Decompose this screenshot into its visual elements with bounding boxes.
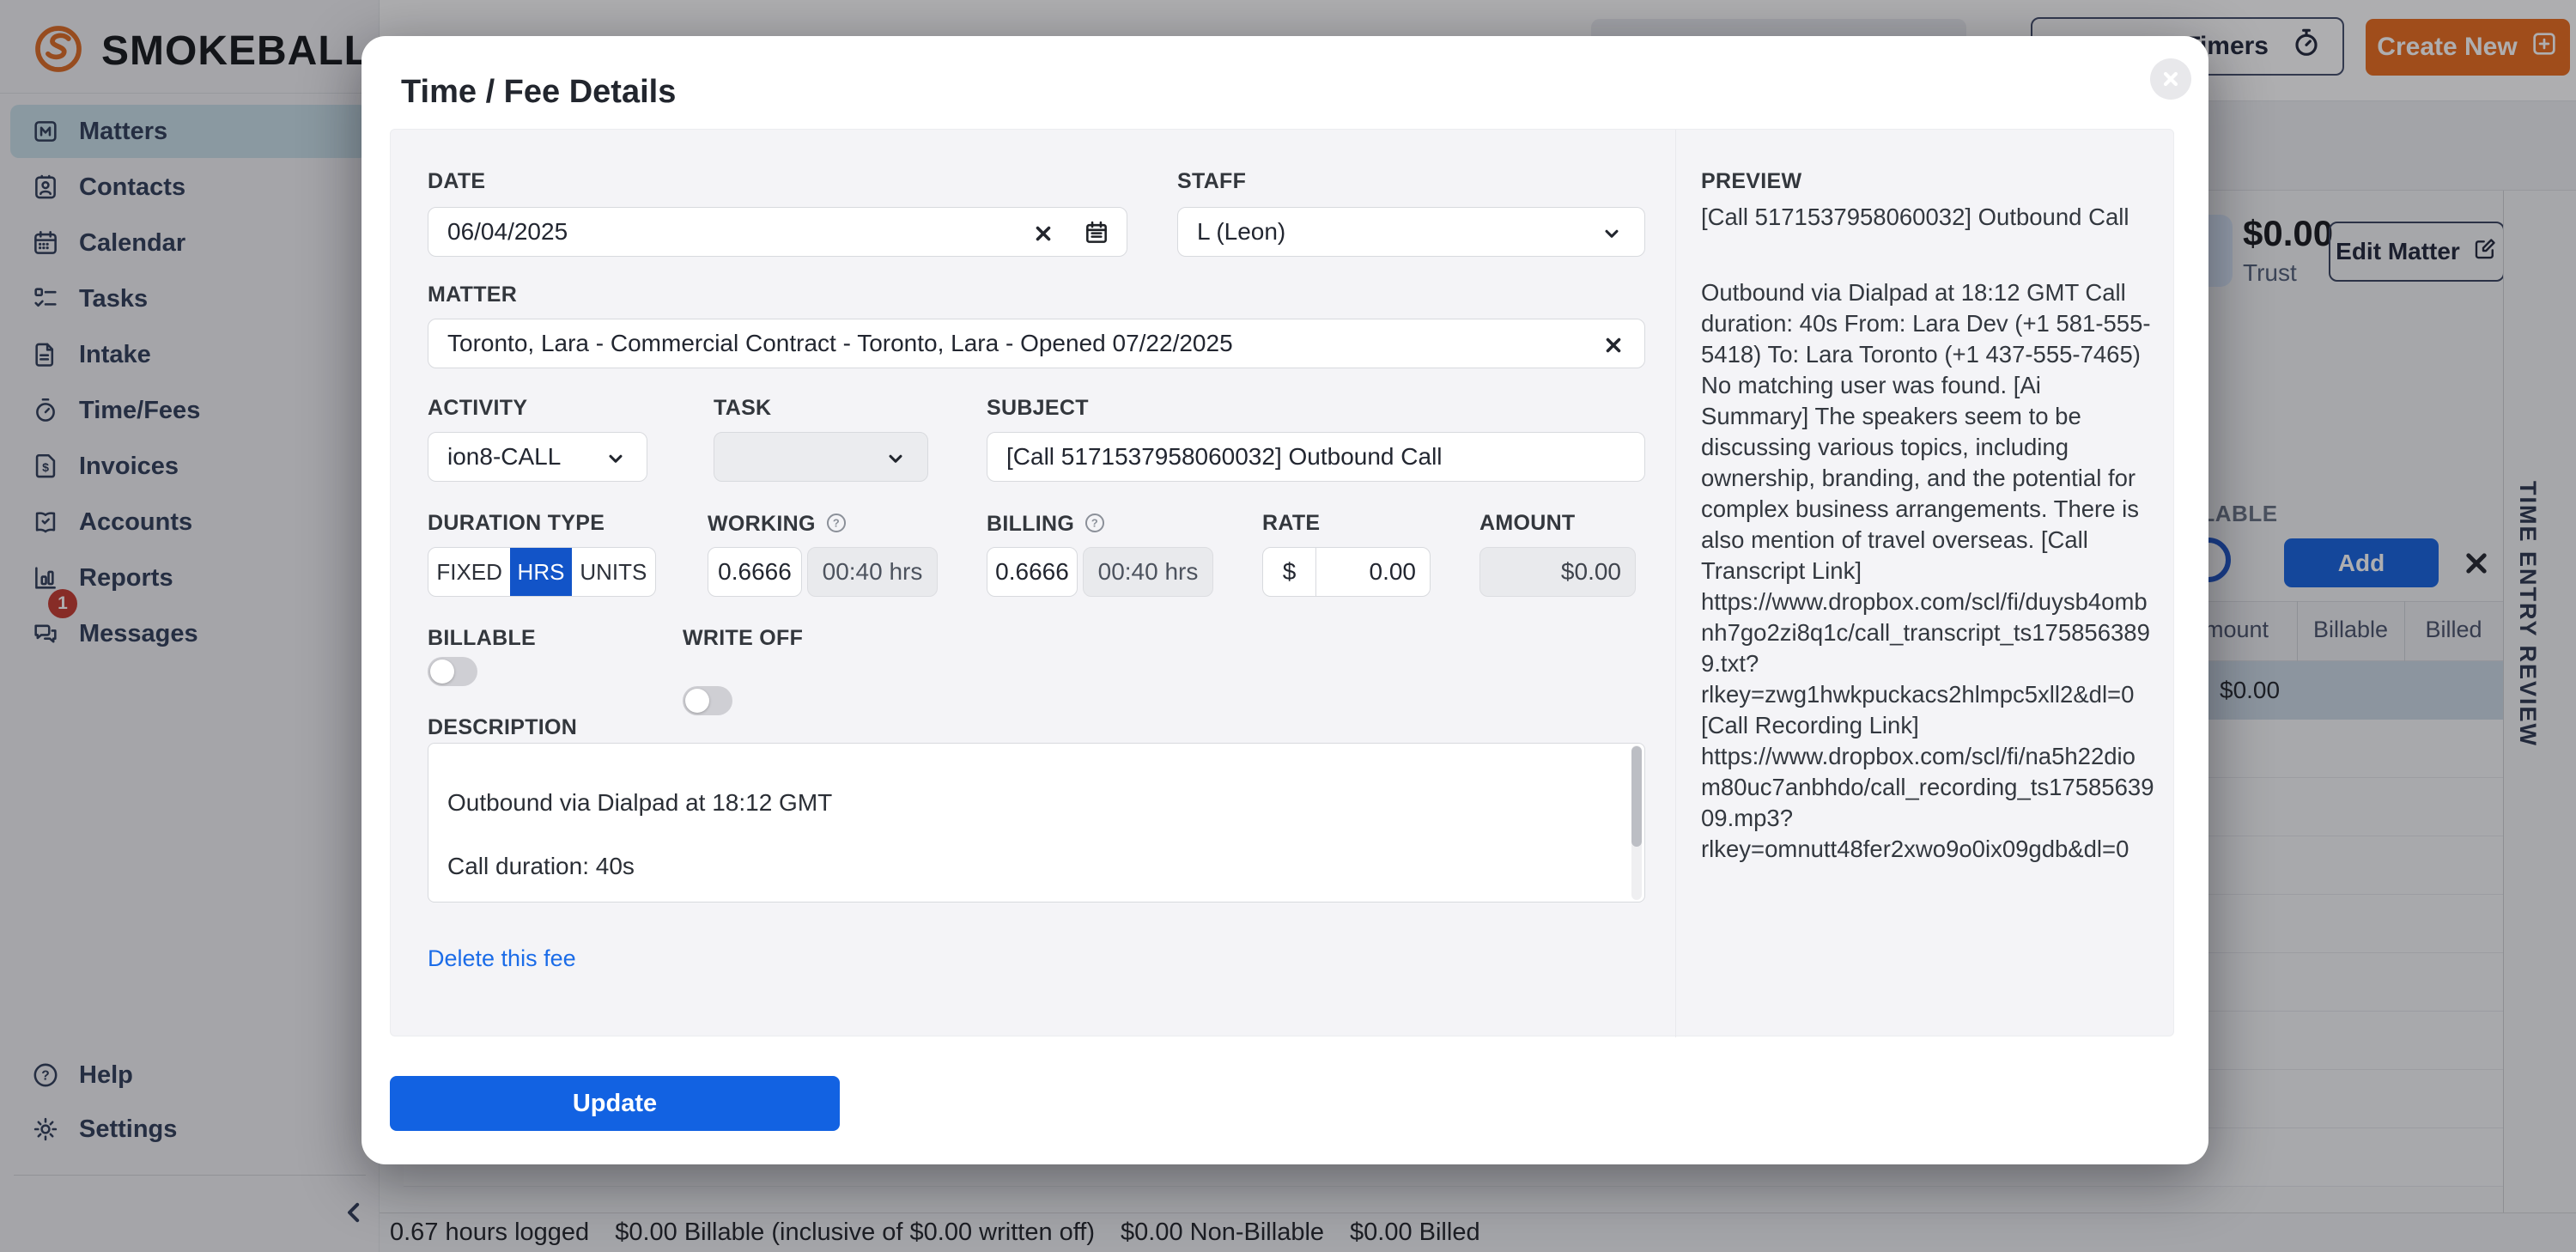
activity-select[interactable]: ion8-CALL [428,432,647,482]
rate-value: 0.00 [1316,558,1430,586]
billing-help-icon[interactable]: ? [1083,511,1107,535]
task-label: TASK [714,396,771,421]
duration-type-label: DURATION TYPE [428,511,605,536]
billable-label: BILLABLE [428,626,536,651]
clear-date-icon[interactable] [1033,222,1054,250]
billing-label: BILLING ? [987,511,1107,537]
time-fee-details-modal: Time / Fee Details DATE 06/04/2025 [361,36,2208,1164]
date-input[interactable]: 06/04/2025 [428,207,1127,257]
duration-option-hrs[interactable]: HRS [510,548,571,596]
billable-toggle[interactable] [428,657,477,686]
task-select[interactable] [714,432,928,482]
working-hours-input[interactable]: 0.6666 [708,547,802,597]
activity-value: ion8-CALL [428,443,574,471]
duration-type-segmented: FIXED HRS UNITS [428,547,656,597]
write-off-label: WRITE OFF [683,626,803,651]
delete-fee-link[interactable]: Delete this fee [428,945,576,972]
rate-currency: $ [1263,548,1316,596]
write-off-toggle[interactable] [683,686,732,715]
description-scrollbar-thumb[interactable] [1631,746,1642,847]
duration-option-fixed[interactable]: FIXED [428,548,510,596]
modal-title: Time / Fee Details [401,74,676,111]
billing-hours-input[interactable]: 0.6666 [987,547,1078,597]
preview-body: Outbound via Dialpad at 18:12 GMT Call d… [1701,277,2154,865]
update-button[interactable]: Update [390,1076,840,1131]
subject-label: SUBJECT [987,396,1089,421]
svg-text:?: ? [1091,517,1098,530]
preview-subject: [Call 5171537958060032] Outbound Call [1701,202,2154,233]
rate-input[interactable]: $ 0.00 [1262,547,1431,597]
matter-label: MATTER [428,283,517,307]
app-screen: Timers Create New SMOKEBALL [0,0,2576,1252]
amount-label: AMOUNT [1479,511,1576,536]
date-label: DATE [428,169,485,194]
rate-label: RATE [1262,511,1320,536]
working-time-display: 00:40 hrs [807,547,938,597]
preview-label: PREVIEW [1701,169,1801,194]
working-help-icon[interactable]: ? [824,511,848,535]
svg-text:?: ? [833,517,840,530]
modal-close-button[interactable] [2150,58,2191,100]
amount-display: $0.00 [1479,547,1636,597]
preview-divider [1675,130,1676,1037]
chevron-down-icon [1601,222,1623,251]
subject-value: [Call 5171537958060032] Outbound Call [987,443,1606,471]
description-textarea[interactable]: Outbound via Dialpad at 18:12 GMT Call d… [428,743,1645,903]
activity-label: ACTIVITY [428,396,527,421]
form-panel: DATE 06/04/2025 STAFF L (Leon) [390,129,2174,1036]
calendar-picker-icon[interactable] [1083,219,1110,252]
working-hours-value: 0.6666 [718,558,792,586]
staff-value: L (Leon) [1178,218,1285,246]
billing-hours-value: 0.6666 [995,558,1069,586]
subject-input[interactable]: [Call 5171537958060032] Outbound Call [987,432,1645,482]
update-label: Update [573,1090,657,1118]
chevron-down-icon [884,447,907,476]
matter-value: Toronto, Lara - Commercial Contract - To… [428,330,1571,357]
staff-label: STAFF [1177,169,1246,194]
staff-select[interactable]: L (Leon) [1177,207,1645,257]
duration-option-units[interactable]: UNITS [572,548,655,596]
clear-matter-icon[interactable] [1603,334,1624,362]
description-value: Outbound via Dialpad at 18:12 GMT Call d… [447,789,832,903]
matter-input[interactable]: Toronto, Lara - Commercial Contract - To… [428,319,1645,368]
working-label: WORKING ? [708,511,848,537]
date-value: 06/04/2025 [428,218,568,246]
chevron-down-icon [605,447,627,476]
description-label: DESCRIPTION [428,715,577,740]
billing-time-display: 00:40 hrs [1083,547,1213,597]
